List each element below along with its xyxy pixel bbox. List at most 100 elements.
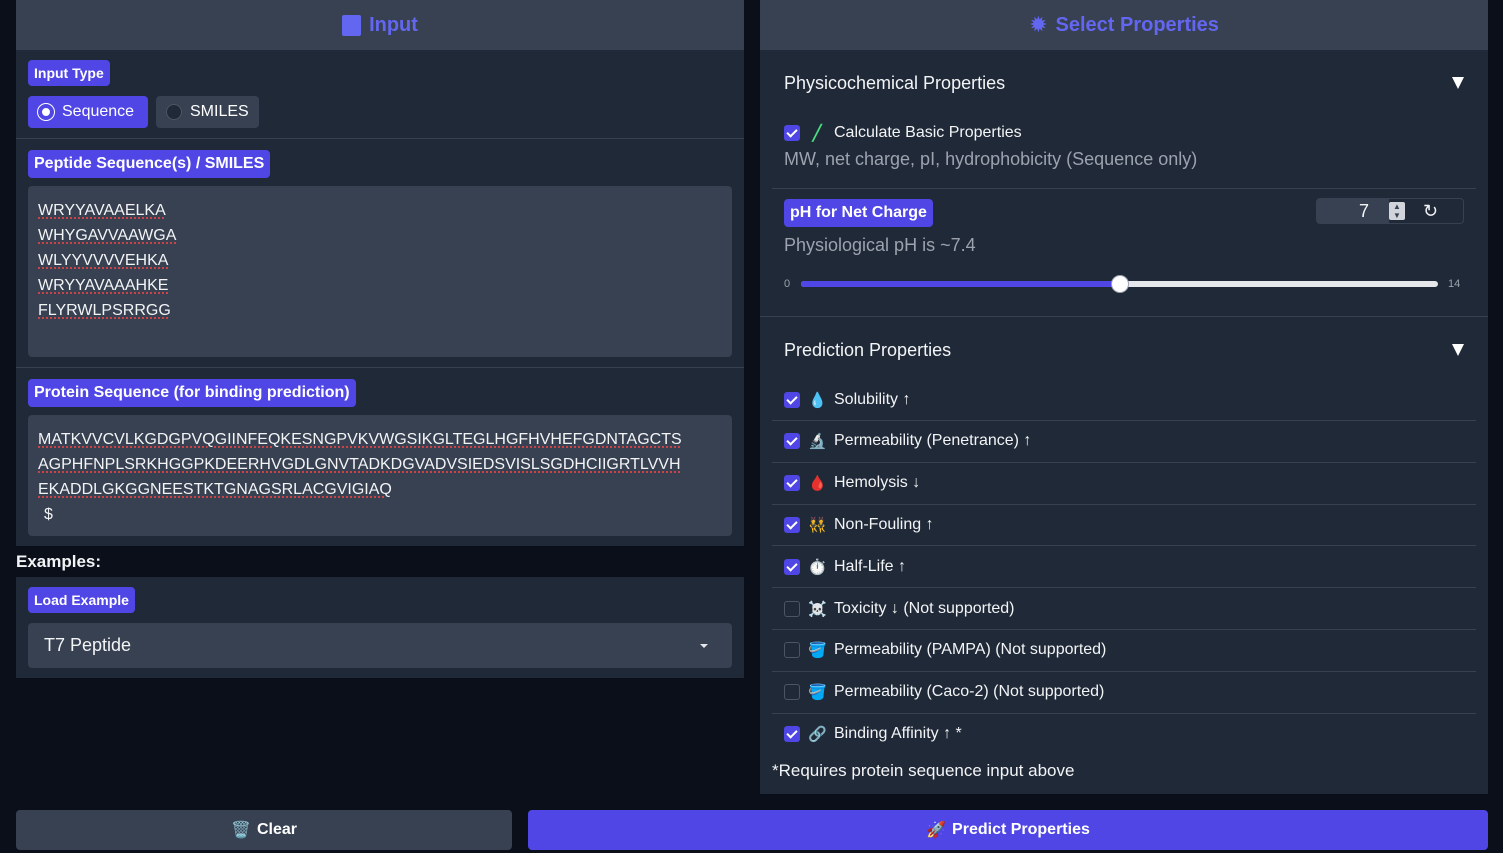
property-row-non-fouling[interactable]: 👯 Non-Fouling ↑ (784, 516, 934, 534)
property-checkbox[interactable] (784, 559, 800, 575)
physico-accordion-header[interactable]: Physicochemical Properties (784, 72, 1464, 94)
example-dropdown[interactable]: T7 Peptide (28, 623, 732, 668)
peptide-label: Peptide Sequence(s) / SMILES (28, 150, 271, 178)
chevron-down-icon[interactable] (700, 643, 708, 648)
property-label: Toxicity ↓ (Not supported) (834, 600, 1015, 617)
examples-heading: Examples: (16, 552, 102, 571)
ph-desc: Physiological pH is ~7.4 (784, 235, 976, 255)
ph-number-input[interactable]: 7 ▲ ▼ ↻ (1316, 198, 1464, 224)
reset-icon[interactable]: ↻ (1423, 201, 1438, 222)
divider (772, 545, 1476, 546)
slider-fill (801, 281, 1120, 287)
divider (772, 420, 1476, 421)
divider (772, 629, 1476, 630)
property-label: Permeability (Caco-2) (Not supported) (834, 683, 1105, 700)
peptide-line: WRYYAVAAELKA (38, 202, 166, 219)
microscope-icon: 🔬 (808, 433, 827, 450)
clear-button[interactable]: 🗑️ Clear (16, 810, 512, 850)
prediction-accordion-header[interactable]: Prediction Properties (784, 339, 1464, 361)
protein-line: $ (44, 506, 53, 523)
divider (16, 367, 744, 368)
trash-icon: 🗑️ (231, 822, 251, 839)
protein-label: Protein Sequence (for binding prediction… (28, 379, 356, 407)
radio-sequence-dot[interactable] (38, 104, 54, 120)
predict-button-label: Predict Properties (952, 821, 1090, 838)
peptide-textarea[interactable]: WRYYAVAAELKA WHYGAVVAAWGA WLYYVVVVEHKA W… (28, 186, 732, 357)
property-row-hemolysis[interactable]: 🩸 Hemolysis ↓ (784, 474, 920, 492)
radio-sequence-label: Sequence (62, 103, 135, 120)
divider (772, 462, 1476, 463)
property-label: Permeability (PAMPA) (Not supported) (834, 641, 1107, 658)
collapse-triangle-icon[interactable] (1452, 77, 1464, 89)
divider (760, 316, 1488, 317)
peptide-line: WRYYAVAAAHKE (38, 277, 169, 294)
stopwatch-icon: ⏱️ (808, 559, 827, 576)
stepper-icon[interactable]: ▲ ▼ (1389, 202, 1405, 220)
peptide-line: FLYRWLPSRRGG (38, 302, 171, 319)
input-panel-title: Input (369, 13, 418, 36)
divider (772, 504, 1476, 505)
property-checkbox[interactable] (784, 726, 800, 742)
gear-icon: ✹ (1029, 12, 1048, 37)
radio-smiles[interactable]: SMILES (156, 96, 259, 128)
bucket-icon: 🪣 (808, 642, 827, 659)
basic-properties-checkbox-row[interactable]: ╱ Calculate Basic Properties (784, 124, 1022, 142)
property-label: Permeability (Penetrance) ↑ (834, 432, 1032, 449)
property-checkbox[interactable] (784, 392, 800, 408)
property-checkbox[interactable] (784, 475, 800, 491)
property-row-half-life[interactable]: ⏱️ Half-Life ↑ (784, 558, 906, 576)
protein-textarea[interactable]: MATKVVCVLKGDGPVQGIINFEQKESNGPVKVWGSIKGLT… (28, 415, 732, 536)
physico-heading: Physicochemical Properties (784, 72, 1006, 93)
properties-panel-header: ✹ Select Properties (760, 0, 1488, 50)
ph-slider[interactable] (801, 275, 1438, 293)
radio-smiles-label: SMILES (190, 103, 249, 120)
people-icon: 👯 (808, 517, 827, 534)
test-tube-icon: ╱ (812, 125, 822, 142)
property-row-toxicity[interactable]: ☠️ Toxicity ↓ (Not supported) (784, 600, 1015, 618)
collapse-triangle-icon[interactable] (1452, 344, 1464, 356)
ph-label: pH for Net Charge (784, 199, 933, 227)
example-dropdown-value: T7 Peptide (44, 635, 132, 655)
divider (772, 587, 1476, 588)
slider-max-label: 14 (1448, 278, 1461, 290)
divider (16, 138, 744, 139)
peptide-line: WHYGAVVAAWGA (38, 227, 177, 244)
droplet-icon: 💧 (808, 392, 827, 409)
divider (772, 713, 1476, 714)
property-row-binding-affinity[interactable]: 🔗 Binding Affinity ↑ * (784, 725, 962, 743)
radio-smiles-dot[interactable] (166, 104, 182, 120)
property-checkbox[interactable] (784, 517, 800, 533)
protein-line: EKADDLGKGGNEESTKTGNAGSRLACGVIGIAQ (38, 481, 392, 498)
bucket-icon: 🪣 (808, 684, 827, 701)
predict-button[interactable]: 🚀 Predict Properties (528, 810, 1488, 850)
protein-line: MATKVVCVLKGDGPVQGIINFEQKESNGPVKVWGSIKGLT… (38, 431, 682, 448)
basic-properties-checkbox[interactable] (784, 125, 800, 141)
radio-sequence[interactable]: Sequence (28, 96, 148, 128)
property-label: Half-Life ↑ (834, 558, 907, 575)
basic-properties-label: Calculate Basic Properties (834, 124, 1022, 141)
peptide-line: WLYYVVVVEHKA (38, 252, 169, 269)
property-row-permeability-penetrance[interactable]: 🔬 Permeability (Penetrance) ↑ (784, 432, 1031, 450)
property-row-solubility[interactable]: 💧 Solubility ↑ (784, 391, 910, 409)
divider (772, 188, 1476, 189)
property-checkbox[interactable] (784, 601, 800, 617)
clear-button-label: Clear (256, 821, 297, 838)
property-checkbox[interactable] (784, 642, 800, 658)
slider-thumb[interactable] (1111, 275, 1129, 293)
link-icon: 🔗 (808, 726, 827, 743)
footnote: *Requires protein sequence input above (772, 761, 1075, 780)
rocket-icon: 🚀 (926, 822, 947, 839)
divider (772, 671, 1476, 672)
property-label: Hemolysis ↓ (834, 474, 921, 491)
blood-drop-icon: 🩸 (808, 475, 827, 492)
property-row-permeability-pampa[interactable]: 🪣 Permeability (PAMPA) (Not supported) (784, 641, 1106, 659)
input-icon (342, 14, 362, 36)
input-type-label: Input Type (28, 60, 110, 86)
ph-value[interactable]: 7 (1317, 199, 1389, 223)
input-panel-header: Input (16, 0, 744, 50)
property-checkbox[interactable] (784, 684, 800, 700)
property-row-permeability-caco2[interactable]: 🪣 Permeability (Caco-2) (Not supported) (784, 683, 1104, 701)
basic-properties-desc: MW, net charge, pI, hydrophobicity (Sequ… (784, 149, 1198, 169)
property-checkbox[interactable] (784, 433, 800, 449)
properties-panel-title: Select Properties (1055, 13, 1219, 36)
